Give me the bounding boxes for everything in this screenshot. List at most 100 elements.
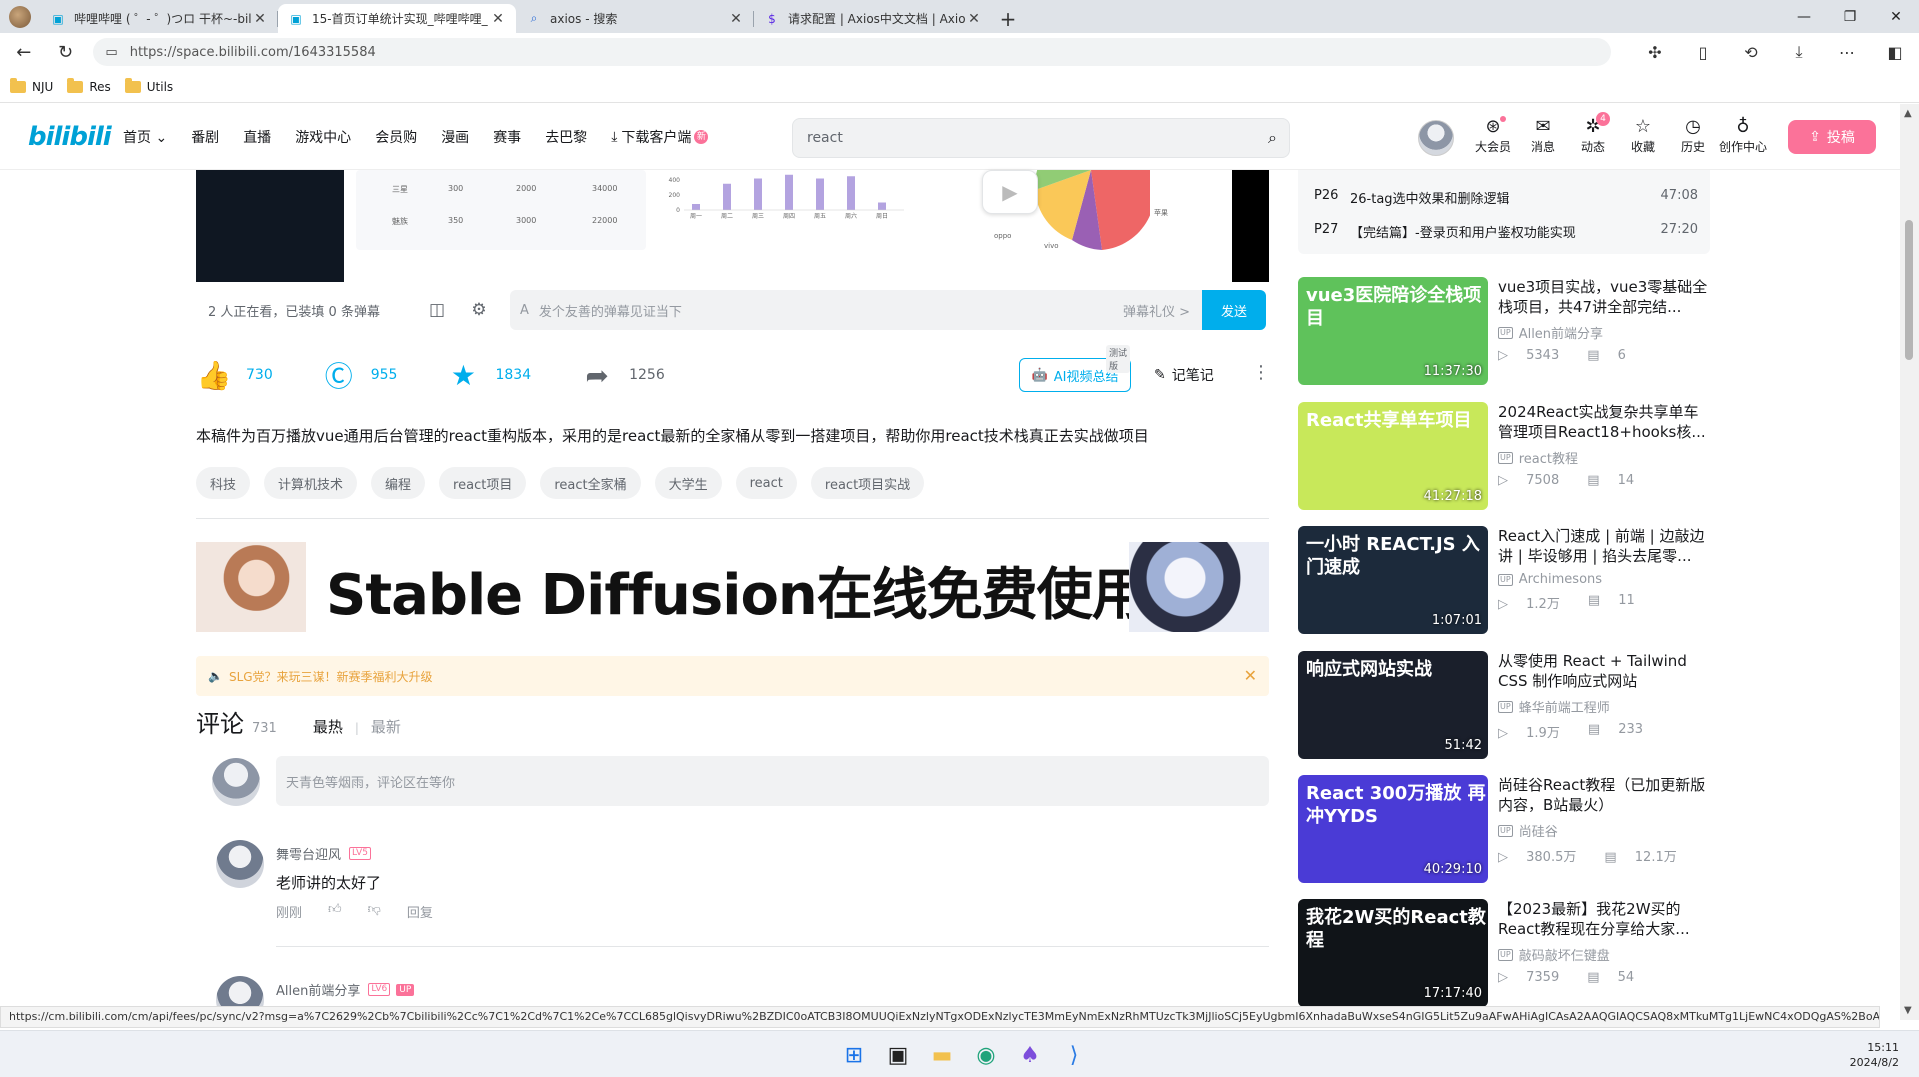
nav-game-center[interactable]: 游戏中心 bbox=[295, 127, 351, 147]
nav-anime[interactable]: 番剧 bbox=[191, 127, 219, 147]
nav-esports[interactable]: 赛事 bbox=[493, 127, 521, 147]
recommended-video[interactable]: 响应式网站实战 51:42 从零使用 React + Tailwind CSS 制作… bbox=[1298, 651, 1710, 759]
minimize-icon[interactable]: — bbox=[1781, 0, 1827, 33]
video-title[interactable]: 从零使用 React + Tailwind CSS 制作响应式网站 bbox=[1498, 651, 1710, 691]
video-title[interactable]: vue3项目实战，vue3零基础全栈项目，共47讲全部完结... bbox=[1498, 277, 1710, 317]
notes-button[interactable]: ✎ 记笔记 bbox=[1154, 365, 1214, 385]
video-thumbnail[interactable]: vue3医院陪诊全栈项目 11:37:30 bbox=[1298, 277, 1488, 385]
vscode-icon[interactable]: ⟩ bbox=[1052, 1038, 1096, 1072]
refresh-icon[interactable]: ↻ bbox=[48, 37, 84, 67]
upload-button[interactable]: ⇪ 投稿 bbox=[1788, 120, 1876, 154]
comment-input[interactable]: 天青色等烟雨，评论区在等你 bbox=[276, 756, 1269, 806]
tag-pill[interactable]: 科技 bbox=[196, 467, 251, 499]
play-icon[interactable]: ▶ bbox=[982, 170, 1038, 214]
more-vertical-icon[interactable]: ⋮ bbox=[1252, 362, 1270, 383]
header-vip[interactable]: ⊛ 大会员 bbox=[1468, 116, 1518, 155]
uploader[interactable]: UP react教程 bbox=[1498, 448, 1710, 467]
text-style-icon[interactable]: A bbox=[520, 303, 529, 318]
browser-tab-4[interactable]: $ 请求配置 | Axios中文文档 | Axios ✕ bbox=[754, 4, 992, 33]
danmaku-etiquette-link[interactable]: 弹幕礼仪 > bbox=[1123, 301, 1190, 320]
file-explorer-icon[interactable]: ▬ bbox=[920, 1038, 964, 1072]
video-title[interactable]: 2024React实战复杂共享单车管理项目React18+hooks核... bbox=[1498, 402, 1710, 442]
sort-hot-tab[interactable]: 最热 bbox=[313, 716, 343, 737]
close-tab-icon[interactable]: ✕ bbox=[252, 11, 268, 27]
ad-banner[interactable]: Stable Diffusion在线免费使用 bbox=[196, 542, 1269, 632]
video-thumbnail[interactable]: 响应式网站实战 51:42 bbox=[1298, 651, 1488, 759]
tag-pill[interactable]: 大学生 bbox=[654, 467, 722, 499]
recommended-video[interactable]: React共享单车项目 41:27:18 2024React实战复杂共享单车管理项目… bbox=[1298, 402, 1710, 510]
comment-username[interactable]: Allen前端分享 LV6 UP bbox=[276, 980, 415, 999]
nav-manga[interactable]: 漫画 bbox=[441, 127, 469, 147]
extensions-icon[interactable]: ✣ bbox=[1631, 37, 1679, 67]
send-danmaku-button[interactable]: 发送 bbox=[1202, 290, 1266, 330]
search-icon[interactable]: ⌕ bbox=[1268, 128, 1277, 148]
bilibili-logo[interactable]: bilibili bbox=[28, 122, 112, 152]
reply-link[interactable]: 回复 bbox=[407, 902, 433, 921]
header-history[interactable]: ◷ 历史 bbox=[1668, 116, 1718, 155]
close-tab-icon[interactable]: ✕ bbox=[490, 11, 506, 27]
site-info-icon[interactable]: ▭ bbox=[105, 45, 117, 60]
uploader[interactable]: UP 敲码敲坏仨键盘 bbox=[1498, 945, 1710, 964]
app-icon[interactable]: ♠ bbox=[1008, 1038, 1052, 1072]
search-input[interactable]: react ⌕ bbox=[792, 118, 1290, 158]
recommended-video[interactable]: 一小时 REACT.JS 入门速成 1:07:01 React入门速成 | 前端 |… bbox=[1298, 526, 1710, 634]
nav-home[interactable]: 首页 ⌄ bbox=[123, 127, 167, 147]
close-tab-icon[interactable]: ✕ bbox=[966, 11, 982, 27]
dislike-comment-icon[interactable]: 👎︎ bbox=[368, 902, 381, 921]
uploader[interactable]: UP Allen前端分享 bbox=[1498, 323, 1710, 342]
tag-pill[interactable]: 计算机技术 bbox=[264, 467, 358, 499]
browser-tab-1[interactable]: ▣ 哔哩哔哩 ( ゜- ゜)つロ 干杯~-bilib ✕ bbox=[40, 4, 278, 33]
tag-pill[interactable]: react项目实战 bbox=[810, 467, 925, 499]
tag-pill[interactable]: react bbox=[735, 467, 797, 499]
like-button[interactable]: 👍 730 bbox=[196, 359, 273, 392]
user-avatar[interactable] bbox=[1418, 120, 1454, 156]
close-window-icon[interactable]: ✕ bbox=[1873, 0, 1919, 33]
nav-mall[interactable]: 会员购 bbox=[375, 127, 417, 147]
more-menu-icon[interactable]: ⋯ bbox=[1823, 37, 1871, 67]
video-title[interactable]: 尚硅谷React教程（已加更新版内容，B站最火） bbox=[1498, 775, 1710, 815]
favorite-button[interactable]: ★ 1834 bbox=[445, 359, 531, 392]
bookmark-folder-utils[interactable]: Utils bbox=[124, 77, 173, 94]
avatar[interactable] bbox=[216, 840, 264, 888]
danmaku-input[interactable]: A 发个友善的弹幕见证当下 弹幕礼仪 > 发送 bbox=[510, 290, 1266, 330]
recommended-video[interactable]: vue3医院陪诊全栈项目 11:37:30 vue3项目实战，vue3零基础全栈项目… bbox=[1298, 277, 1710, 385]
episode-item[interactable]: P26 26-tag选中效果和删除逻辑 47:08 bbox=[1314, 188, 1698, 207]
back-arrow-icon[interactable]: ← bbox=[6, 37, 42, 67]
video-title[interactable]: 【2023最新】我花2W买的React教程现在分享给大家... bbox=[1498, 899, 1710, 939]
scrollbar-thumb[interactable] bbox=[1905, 220, 1913, 360]
like-comment-icon[interactable]: 👍︎ bbox=[328, 902, 342, 921]
episode-item[interactable]: P27 【完结篇】-登录页和用户鉴权功能实现 27:20 bbox=[1314, 222, 1698, 241]
header-messages[interactable]: ✉ 消息 bbox=[1518, 116, 1568, 155]
video-thumbnail[interactable]: 我花2W买的React教程 17:17:40 bbox=[1298, 899, 1488, 1007]
tag-pill[interactable]: react项目 bbox=[439, 467, 527, 499]
header-favorites[interactable]: ☆ 收藏 bbox=[1618, 116, 1668, 155]
video-thumbnail[interactable]: React共享单车项目 41:27:18 bbox=[1298, 402, 1488, 510]
task-view-icon[interactable]: ▣ bbox=[876, 1038, 920, 1072]
header-creator-center[interactable]: ♁ 创作中心 bbox=[1718, 116, 1768, 155]
tag-pill[interactable]: 编程 bbox=[371, 467, 426, 499]
nav-paris[interactable]: 去巴黎 bbox=[545, 127, 587, 147]
browser-tab-2[interactable]: ▣ 15-首页订单统计实现_哔哩哔哩_ ✕ bbox=[278, 4, 516, 33]
nav-download-client[interactable]: ⤓ 下载客户端 新 bbox=[611, 127, 709, 147]
profile-avatar[interactable] bbox=[0, 0, 40, 33]
url-input[interactable]: ▭ https://space.bilibili.com/1643315584 bbox=[93, 38, 1611, 66]
edge-browser-icon[interactable]: ◉ bbox=[964, 1038, 1008, 1072]
restore-icon[interactable]: ❐ bbox=[1827, 0, 1873, 33]
header-dynamic[interactable]: ✲ 4 动态 bbox=[1568, 112, 1618, 155]
ai-summary-button[interactable]: 🤖 AI视频总结 测试版 bbox=[1019, 345, 1131, 392]
uploader[interactable]: UP Archimesons bbox=[1498, 572, 1710, 587]
sidebar-toggle-icon[interactable]: ◧ bbox=[1871, 37, 1919, 67]
recommended-video[interactable]: 我花2W买的React教程 17:17:40 【2023最新】我花2W买的React… bbox=[1298, 899, 1710, 1007]
bookmark-folder-res[interactable]: Res bbox=[67, 77, 111, 94]
coin-button[interactable]: Ⓒ 955 bbox=[321, 355, 398, 395]
danmaku-toggle-icon[interactable]: ◫ bbox=[416, 300, 458, 320]
new-tab-button[interactable]: + bbox=[992, 4, 1024, 33]
sort-new-tab[interactable]: 最新 bbox=[371, 716, 401, 737]
comment-username[interactable]: 舞雩台迎风 LV5 bbox=[276, 844, 371, 863]
video-thumbnail[interactable]: React 300万播放 再冲YYDS 40:29:10 bbox=[1298, 775, 1488, 883]
page-scrollbar[interactable]: ▲ ▼ bbox=[1900, 104, 1919, 1020]
recommended-video[interactable]: React 300万播放 再冲YYDS 40:29:10 尚硅谷React教程（已加… bbox=[1298, 775, 1710, 883]
nav-live[interactable]: 直播 bbox=[243, 127, 271, 147]
split-screen-icon[interactable]: ▯ bbox=[1679, 37, 1727, 67]
uploader[interactable]: UP 尚硅谷 bbox=[1498, 821, 1710, 840]
